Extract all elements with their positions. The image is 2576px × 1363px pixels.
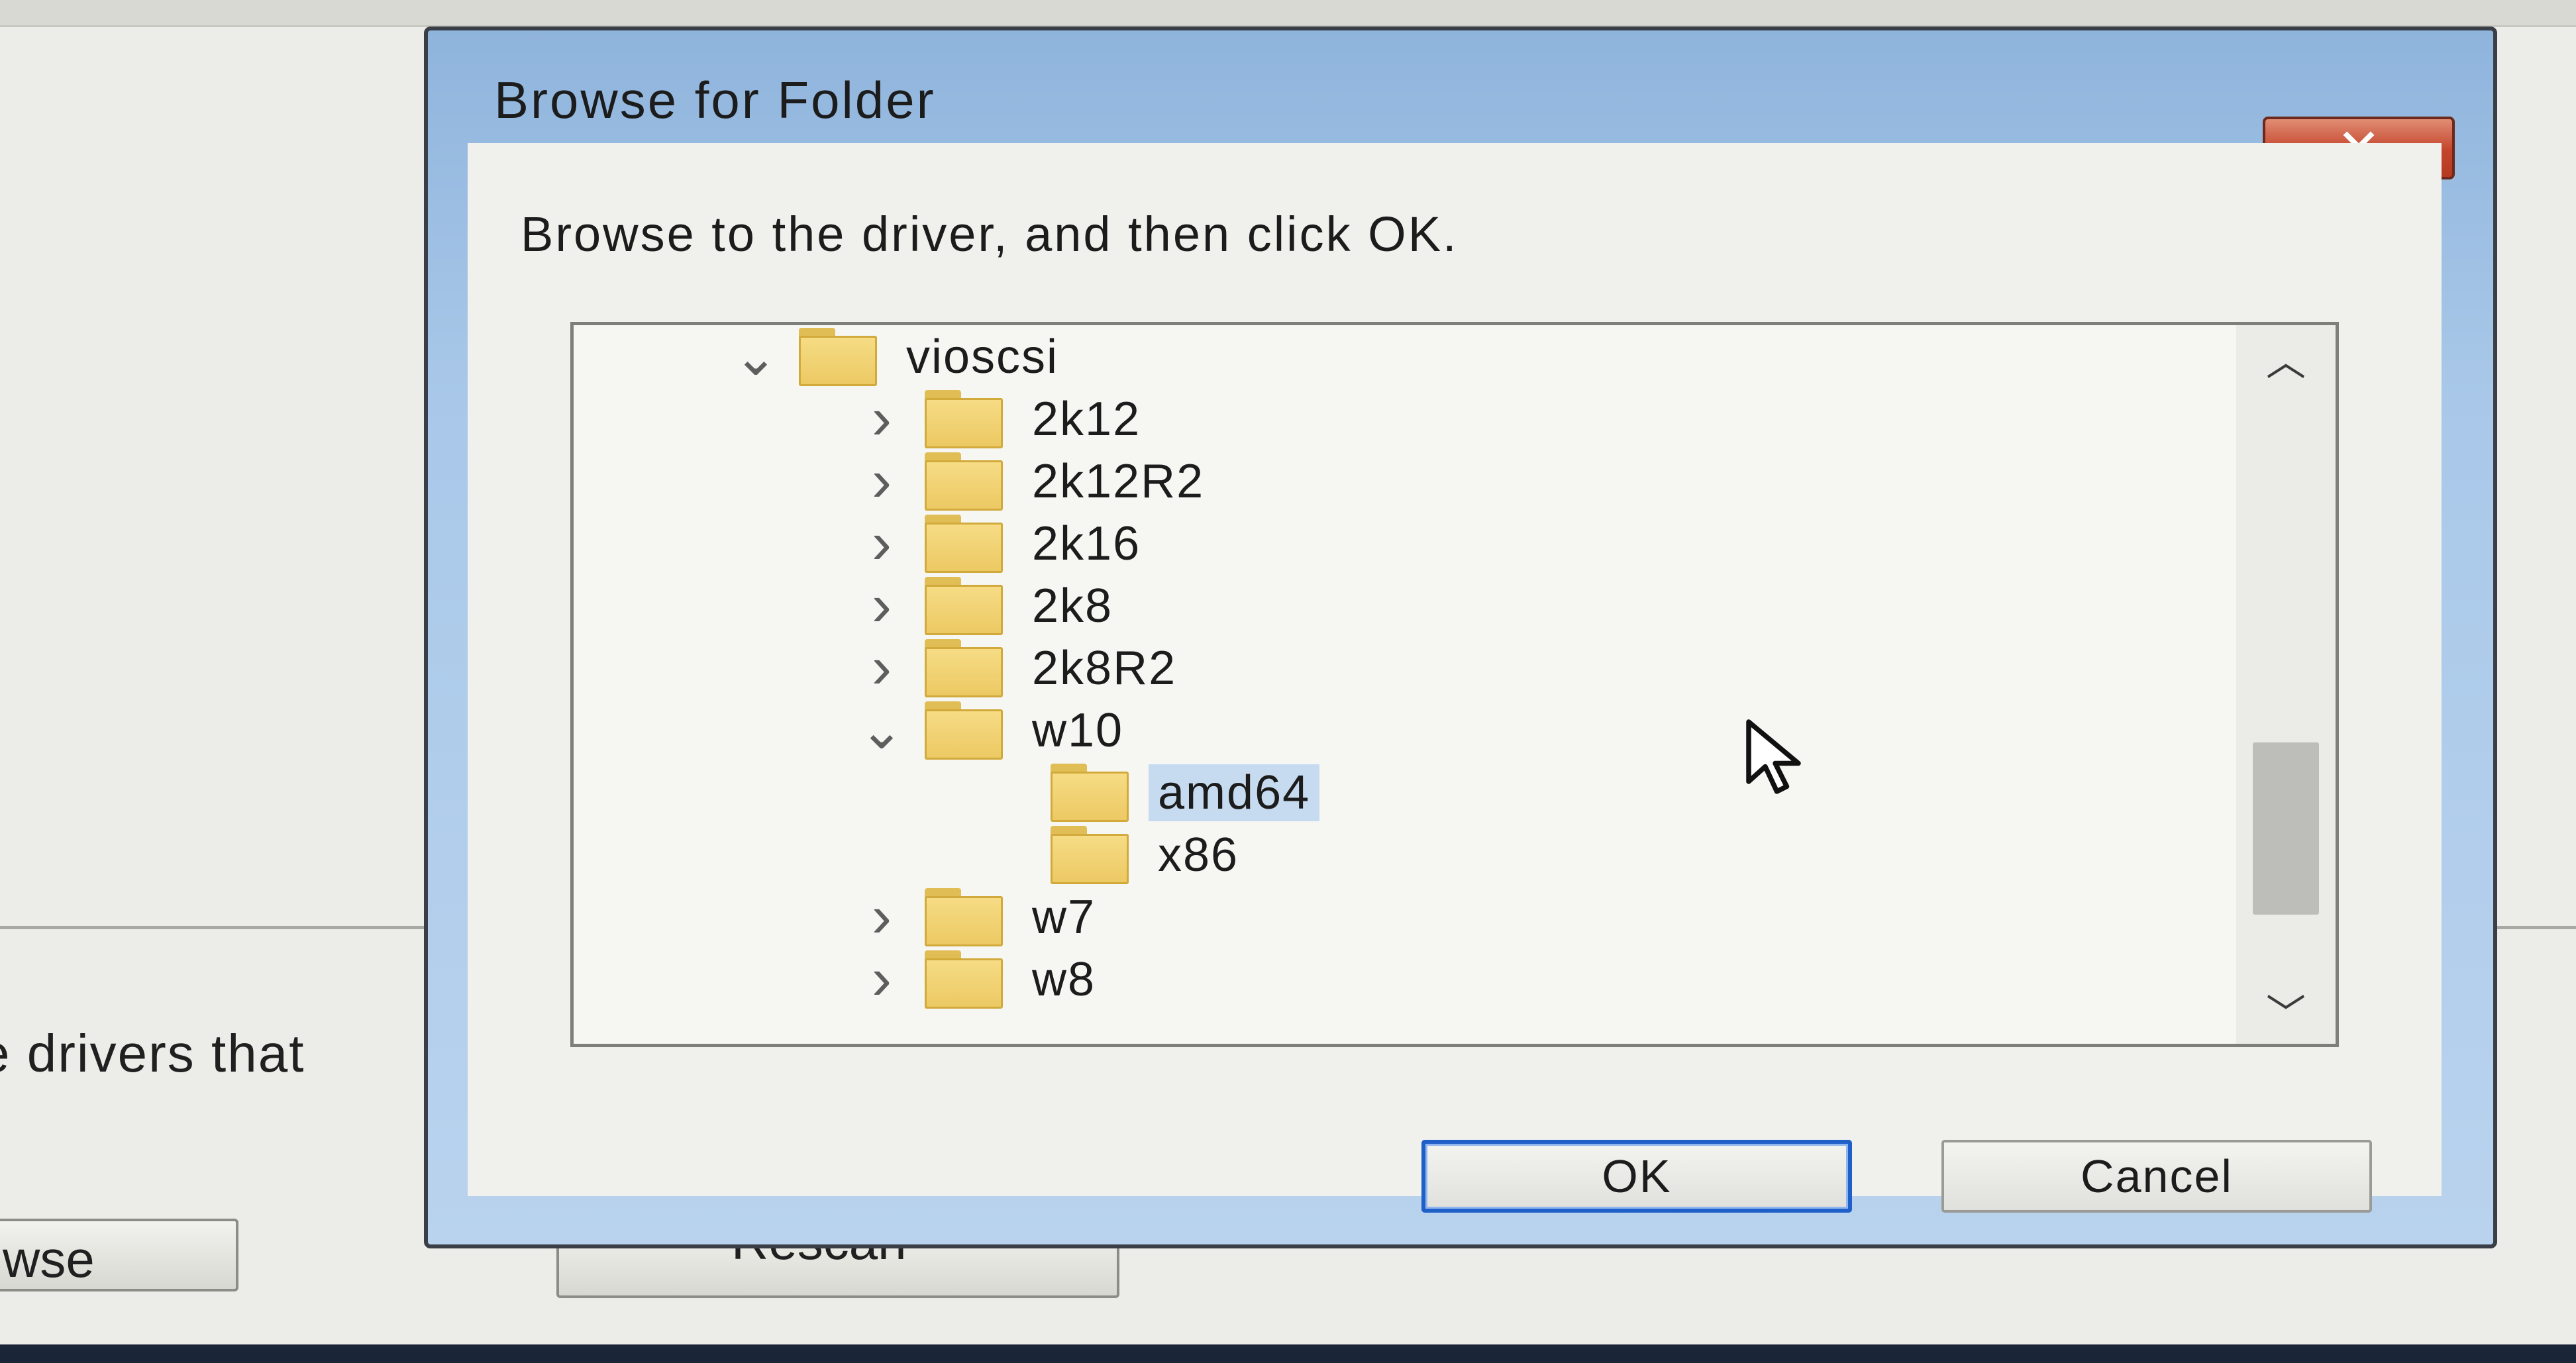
tree-item-label: x86 — [1158, 828, 1239, 882]
tree-item-w7[interactable]: › w7 — [852, 883, 1105, 950]
tree-item-x86[interactable]: x86 — [978, 823, 1248, 886]
expander-spacer — [978, 761, 1037, 824]
browse-for-folder-dialog: Browse for Folder ✕ Browse to the driver… — [424, 26, 2497, 1248]
folder-tree-view[interactable]: ⌄ vioscsi › 2k12 › 2k12R2 › 2k16 › 2k8 › 2k8R2 ⌄ w10 a… — [570, 322, 2339, 1047]
tree-item-w8[interactable]: › w8 — [852, 946, 1105, 1012]
folder-icon — [925, 389, 1003, 448]
tree-item-label: 2k12 — [1032, 392, 1141, 446]
ok-button[interactable]: OK — [1421, 1140, 1852, 1213]
tree-item-amd64[interactable]: amd64 — [978, 761, 1320, 824]
folder-icon — [925, 452, 1003, 511]
tree-item-2k12r2[interactable]: › 2k12R2 — [852, 448, 1213, 514]
scroll-up-icon[interactable]: ︿ — [2236, 325, 2336, 391]
chevron-down-icon[interactable]: ⌄ — [726, 325, 786, 388]
tree-item-label: w10 — [1032, 703, 1124, 757]
folder-icon — [925, 576, 1003, 635]
chevron-right-icon[interactable]: › — [852, 634, 911, 701]
background-browse-button[interactable]: wse — [0, 1219, 238, 1291]
background-title-strip — [0, 0, 2576, 27]
tree-item-2k8r2[interactable]: › 2k8R2 — [852, 634, 1186, 701]
tree-item-label: vioscsi — [906, 330, 1059, 383]
tree-item-2k12[interactable]: › 2k12 — [852, 385, 1150, 452]
mouse-pointer-icon — [1746, 719, 1801, 794]
tree-item-vioscsi[interactable]: ⌄ vioscsi — [726, 325, 1068, 388]
tree-item-2k8[interactable]: › 2k8 — [852, 572, 1122, 638]
folder-icon — [925, 514, 1003, 573]
cancel-button[interactable]: Cancel — [1941, 1140, 2372, 1213]
tree-item-label: w7 — [1032, 890, 1096, 944]
tree-item-label: 2k8R2 — [1032, 641, 1177, 695]
folder-icon — [1051, 825, 1129, 884]
folder-icon — [1051, 763, 1129, 822]
dialog-title: Browse for Folder — [494, 71, 936, 129]
tree-item-label: w8 — [1032, 952, 1096, 1006]
expander-spacer — [978, 823, 1037, 886]
folder-icon — [925, 638, 1003, 697]
chevron-right-icon[interactable]: › — [852, 510, 911, 576]
taskbar — [0, 1344, 2576, 1363]
tree-item-label: 2k16 — [1032, 517, 1141, 570]
chevron-down-icon[interactable]: ⌄ — [852, 699, 911, 762]
chevron-right-icon[interactable]: › — [852, 883, 911, 950]
background-text-fragment: e drivers that — [0, 1024, 305, 1083]
tree-item-w10[interactable]: ⌄ w10 — [852, 699, 1133, 762]
scrollbar-thumb[interactable] — [2253, 742, 2319, 915]
vertical-scrollbar[interactable]: ︿ ﹀ — [2236, 325, 2336, 1044]
folder-icon — [799, 327, 877, 386]
instruction-text: Browse to the driver, and then click OK. — [521, 207, 1459, 262]
tree-item-label: amd64 — [1149, 764, 1320, 821]
tree-item-label: 2k12R2 — [1032, 454, 1205, 508]
chevron-right-icon[interactable]: › — [852, 385, 911, 452]
folder-icon — [925, 887, 1003, 946]
folder-icon — [925, 950, 1003, 1009]
chevron-right-icon[interactable]: › — [852, 448, 911, 514]
tree-item-label: 2k8 — [1032, 579, 1113, 632]
chevron-right-icon[interactable]: › — [852, 946, 911, 1012]
scroll-down-icon[interactable]: ﹀ — [2236, 978, 2336, 1044]
dialog-client-area: Browse to the driver, and then click OK.… — [468, 143, 2442, 1213]
folder-icon — [925, 701, 1003, 760]
chevron-right-icon[interactable]: › — [852, 572, 911, 638]
tree-item-2k16[interactable]: › 2k16 — [852, 510, 1150, 576]
